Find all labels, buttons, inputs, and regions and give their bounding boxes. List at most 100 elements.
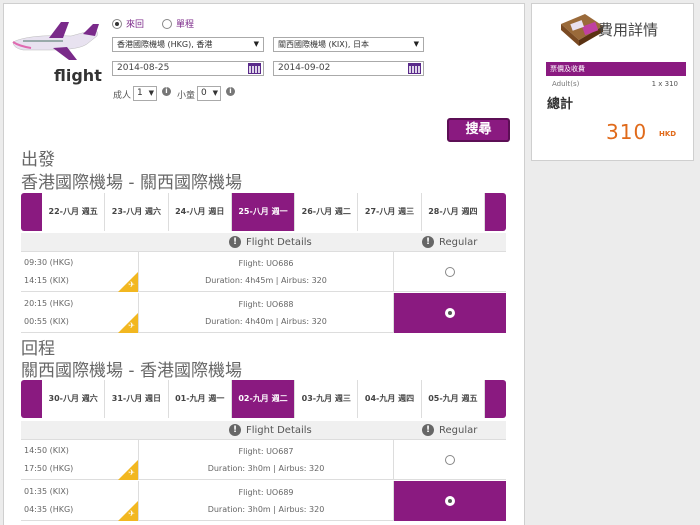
fare-label: Regular — [439, 236, 478, 248]
date-tab[interactable]: 27-八月 週三 — [358, 193, 422, 231]
flight-times: 14:50 (KIX) 17:50 (HKG) ✈ — [21, 440, 139, 480]
flight-number: Flight: UO686 — [238, 259, 294, 268]
calendar-icon[interactable] — [248, 63, 261, 74]
date-tab[interactable]: 24-八月 週日 — [169, 193, 232, 231]
summary-title: 費用詳情 — [598, 21, 659, 39]
date-tab[interactable]: 30-八月 週六 — [42, 380, 106, 418]
flight-duration: Duration: 4h40m | Airbus: 320 — [205, 317, 327, 326]
trip-round-option[interactable]: 來回 — [112, 17, 144, 30]
date-tab[interactable]: 23-八月 週六 — [105, 193, 169, 231]
date-tab[interactable]: 31-八月 週日 — [105, 380, 169, 418]
outbound-date-strip: 22-八月 週五 23-八月 週六 24-八月 週日 25-八月 週一 26-八月 週二… — [21, 193, 506, 231]
chevron-down-icon: ▼ — [253, 40, 259, 48]
fare-radio[interactable] — [445, 496, 455, 506]
flight-info[interactable]: Flight: UO686 Duration: 4h45m | Airbus: 3… — [139, 252, 394, 292]
fare-radio[interactable] — [445, 455, 455, 465]
date-tab[interactable]: 02-九月 週二 — [231, 380, 296, 418]
fare-radio[interactable] — [445, 267, 455, 277]
date-tab[interactable]: 04-九月 週四 — [358, 380, 422, 418]
fare-radio[interactable] — [445, 308, 455, 318]
date-tab[interactable]: 01-九月 週一 — [169, 380, 232, 418]
trip-oneway-option[interactable]: 單程 — [162, 17, 194, 30]
flight-number: Flight: UO688 — [238, 300, 294, 309]
departure-time: 09:30 (HKG) — [24, 258, 74, 267]
total-label: 總計 — [547, 97, 574, 112]
date-tab[interactable]: 28-八月 週四 — [422, 193, 485, 231]
destination-select[interactable]: 關西國際機場 (KIX), 日本 ▼ — [273, 37, 424, 52]
round-trip-label: 來回 — [126, 20, 145, 30]
flight-duration: Duration: 3h0m | Airbus: 320 — [207, 464, 325, 473]
depart-date-value: 2014-08-25 — [117, 63, 170, 73]
return-date-value: 2014-09-02 — [278, 63, 331, 73]
flight-info[interactable]: Flight: UO689 Duration: 3h0m | Airbus: 32… — [139, 481, 394, 521]
outbound-date-list: 22-八月 週五 23-八月 週六 24-八月 週日 25-八月 週一 26-八月 週二… — [42, 193, 485, 231]
arrival-time: 00:55 (KIX) — [24, 317, 69, 326]
chevron-down-icon: ▼ — [148, 89, 154, 97]
airplane-logo-icon — [12, 22, 99, 60]
child-count: 0 — [201, 88, 207, 98]
adult-select[interactable]: 1 ▼ — [133, 86, 157, 101]
airplane-icon: ✈ — [128, 321, 135, 330]
flight-details-header[interactable]: ! Flight Details — [229, 236, 312, 248]
fare-header[interactable]: ! Regular — [422, 424, 477, 436]
arrival-time: 14:15 (KIX) — [24, 276, 69, 285]
flight-number: Flight: UO687 — [238, 447, 294, 456]
flight-row: 09:30 (HKG) 14:15 (KIX) ✈ Flight: UO686 Dura… — [21, 252, 506, 292]
adult-count: 1 — [137, 88, 143, 98]
regular-fare-cell[interactable] — [394, 293, 506, 333]
date-tab[interactable]: 05-九月 週五 — [422, 380, 485, 418]
alert-icon: ! — [229, 424, 241, 436]
departure-time: 14:50 (KIX) — [24, 446, 69, 455]
regular-fare-cell[interactable] — [394, 481, 506, 521]
depart-date-input[interactable]: 2014-08-25 — [112, 61, 264, 76]
date-tab[interactable]: 25-八月 週一 — [231, 193, 296, 231]
flight-duration: Duration: 3h0m | Airbus: 320 — [207, 505, 325, 514]
flight-number: Flight: UO689 — [238, 488, 294, 497]
alert-icon: ! — [422, 424, 434, 436]
alert-icon: ! — [422, 236, 434, 248]
origin-value: 香港國際機場 (HKG), 香港 — [117, 40, 213, 49]
origin-select[interactable]: 香港國際機場 (HKG), 香港 ▼ — [112, 37, 264, 52]
brand-text: flight — [54, 66, 102, 85]
search-button[interactable]: 搜尋 — [447, 118, 510, 142]
outbound-route-title: 香港國際機場 - 關西國際機場 — [21, 173, 242, 193]
date-tab[interactable]: 26-八月 週二 — [295, 193, 359, 231]
flight-details-label: Flight Details — [246, 424, 312, 436]
chevron-down-icon: ▼ — [413, 40, 419, 48]
alert-icon: ! — [229, 236, 241, 248]
total-currency: HKD — [659, 130, 677, 138]
flight-details-label: Flight Details — [246, 236, 312, 248]
fare-label: Regular — [439, 424, 478, 436]
airplane-icon: ✈ — [128, 280, 135, 289]
flight-duration: Duration: 4h45m | Airbus: 320 — [205, 276, 327, 285]
flight-details-header[interactable]: ! Flight Details — [229, 424, 312, 436]
inbound-date-strip: 30-八月 週六 31-八月 週日 01-九月 週一 02-九月 週二 03-九月 週三… — [21, 380, 506, 418]
outbound-column-header: ! Flight Details ! Regular — [21, 233, 506, 252]
flight-times: 01:35 (KIX) 04:35 (HKG) ✈ — [21, 481, 139, 521]
date-tab[interactable]: 03-九月 週三 — [295, 380, 359, 418]
one-way-label: 單程 — [176, 20, 195, 30]
flight-info[interactable]: Flight: UO687 Duration: 3h0m | Airbus: 32… — [139, 440, 394, 480]
regular-fare-cell[interactable] — [394, 440, 506, 480]
info-icon[interactable]: i — [226, 87, 235, 96]
calendar-icon[interactable] — [408, 63, 421, 74]
return-date-input[interactable]: 2014-09-02 — [273, 61, 424, 76]
one-way-radio[interactable] — [162, 18, 172, 29]
round-trip-radio[interactable] — [112, 18, 122, 29]
arrival-time: 04:35 (HKG) — [24, 505, 74, 514]
flight-info[interactable]: Flight: UO688 Duration: 4h40m | Airbus: 3… — [139, 293, 394, 333]
child-select[interactable]: 0 ▼ — [197, 86, 221, 101]
date-tab[interactable]: 22-八月 週五 — [42, 193, 106, 231]
fare-summary-panel: 費用詳情 票價及收費 Adult(s) 1 x 310 總計 310 HKD — [531, 3, 694, 161]
regular-fare-cell[interactable] — [394, 252, 506, 292]
adult-fare-label: Adult(s) — [552, 80, 580, 88]
inbound-date-list: 30-八月 週六 31-八月 週日 01-九月 週一 02-九月 週二 03-九月 週三… — [42, 380, 485, 418]
flight-row: 14:50 (KIX) 17:50 (HKG) ✈ Flight: UO687 Dura… — [21, 440, 506, 480]
airplane-icon: ✈ — [128, 509, 135, 518]
child-label: 小童 — [177, 91, 196, 101]
info-icon[interactable]: i — [162, 87, 171, 96]
flight-row: 01:35 (KIX) 04:35 (HKG) ✈ Flight: UO689 Dura… — [21, 481, 506, 521]
total-value: 310 — [606, 120, 648, 144]
fare-header[interactable]: ! Regular — [422, 236, 477, 248]
departure-time: 01:35 (KIX) — [24, 487, 69, 496]
